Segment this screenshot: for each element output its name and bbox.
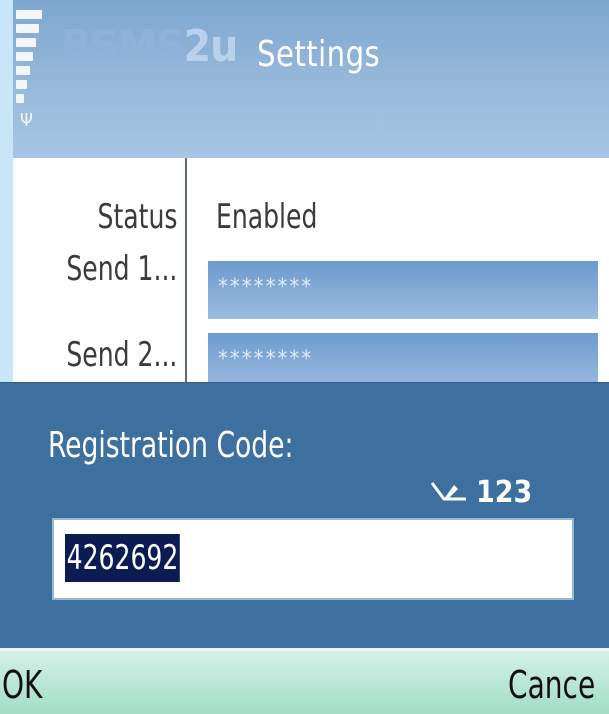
setting-label: Status <box>97 197 177 237</box>
registration-code-dialog: Registration Code: 123 4262692 <box>0 382 609 649</box>
pen-icon <box>430 475 470 510</box>
setting-label: Send 1... <box>65 249 177 289</box>
dialog-bottom-edge <box>0 631 609 649</box>
page-title: Settings <box>257 34 381 75</box>
app-logo: BSMS2u <box>58 22 238 100</box>
settings-row-send-2[interactable]: Send 2... ******** <box>13 330 609 387</box>
ok-softkey[interactable]: OK <box>2 657 42 713</box>
signal-strength-icon <box>16 10 56 120</box>
input-mode-label: 123 <box>476 475 533 510</box>
setting-value-field: ******** <box>208 333 598 387</box>
setting-value: ******** <box>218 347 314 372</box>
softkey-bar: OK Cance <box>0 648 609 714</box>
dialog-label: Registration Code: <box>48 425 294 466</box>
setting-value-field: ******** <box>208 261 598 319</box>
settings-list: Status Enabled Send 1... ******** Send 2… <box>13 158 609 387</box>
cancel-softkey[interactable]: Cance <box>508 657 595 713</box>
logo-text: BSMS2u <box>61 21 238 72</box>
registration-code-input[interactable]: 4262692 <box>52 518 574 600</box>
settings-row-send-1[interactable]: Send 1... ******** <box>13 249 609 319</box>
phone-screen: Ψ BSMS2u Settings Status Enabled Send 1.… <box>0 0 609 714</box>
setting-label: Send 2... <box>65 335 177 375</box>
input-mode-indicator: 123 <box>430 475 532 510</box>
registration-code-value: 4262692 <box>65 534 180 582</box>
title-bar: Ψ BSMS2u Settings <box>13 0 609 158</box>
settings-row-status[interactable]: Status Enabled <box>13 192 609 242</box>
antenna-icon: Ψ <box>20 110 33 131</box>
setting-value: Enabled <box>216 197 318 237</box>
setting-value: ******** <box>218 275 314 300</box>
